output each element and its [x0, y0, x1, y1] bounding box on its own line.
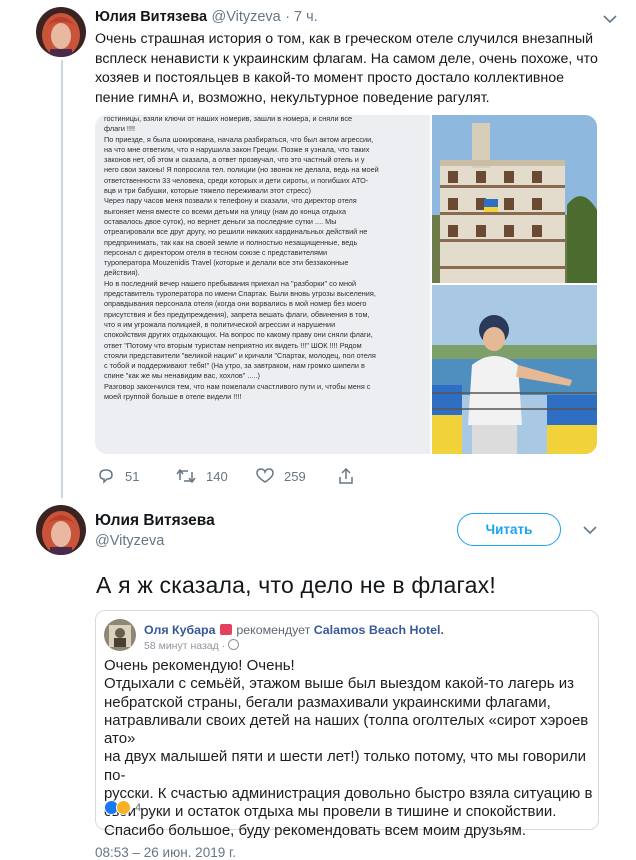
- avatar-image: [36, 505, 86, 555]
- screenshot-line: вцв и три бабушки, которые тяжело пережи…: [104, 186, 311, 196]
- recommend-icon: [219, 624, 232, 635]
- screenshot-line: моей группой больше в отеле видели !!!!: [104, 392, 242, 402]
- screenshot-line: отреагировали все друг другу, но решили …: [104, 227, 368, 237]
- reply-icon: [99, 469, 113, 484]
- follow-button[interactable]: Читать: [457, 513, 561, 546]
- tweet-time[interactable]: · 7 ч.: [285, 9, 318, 25]
- tweet-media[interactable]: гостиницы, взяли ключи от наших номерив,…: [95, 115, 597, 454]
- screenshot-line: ответственности 33 человека, среди котор…: [104, 175, 369, 185]
- fb-recommends-label: рекомендует: [236, 623, 311, 637]
- avatar[interactable]: [36, 7, 86, 57]
- screenshot-line: присутствия и без предупреждения), запре…: [104, 309, 370, 319]
- more-options-icon[interactable]: [582, 523, 598, 535]
- screenshot-line: персонал с директором отеля в тесном сою…: [104, 247, 328, 257]
- screenshot-line: стояли представители "великой нации" и к…: [104, 350, 376, 360]
- author-handle[interactable]: @Vityzeva: [95, 533, 164, 549]
- fb-text-line: русски. К счастью администрация довольно…: [104, 785, 593, 803]
- media-screenshot-text[interactable]: гостиницы, взяли ключи от наших номерив,…: [95, 115, 430, 454]
- thread-connector-line: [61, 60, 63, 498]
- screenshot-line: представитель туроператора по имени Спар…: [104, 289, 376, 299]
- tweet-text: А я ж сказала, что дело не в флагах!: [96, 572, 496, 598]
- tweet-text: Очень страшная история о том, как в греч…: [95, 30, 615, 108]
- fb-text-line: свои руки и остаток отдыха мы провели в …: [104, 803, 557, 821]
- screenshot-line: что я им угрожала полицией, в политическ…: [104, 319, 336, 329]
- screenshot-line: По приезде, я была шокирована, начала ра…: [104, 134, 374, 144]
- avatar[interactable]: [36, 505, 86, 555]
- avatar-image: [36, 7, 86, 57]
- author-handle[interactable]: @Vityzeva: [211, 9, 280, 25]
- tweet-text-line: всплеск ненависти к украинским флагам. Н…: [95, 50, 598, 67]
- screenshot-line: на что мне ответили, что я нарушила зако…: [104, 144, 370, 154]
- reactions-count: 4: [135, 801, 142, 814]
- fb-reactions[interactable]: 4: [104, 800, 141, 815]
- fb-post-meta: 58 минут назад ·: [144, 639, 240, 652]
- screenshot-line: него свои законы! Я попросила тел. полиц…: [104, 165, 379, 175]
- fb-post-text: Очень рекомендую! Очень! Отдыхали с семь…: [104, 657, 596, 840]
- fb-text-line: Очень рекомендую! Очень!: [104, 657, 295, 674]
- screenshot-line: действия).: [104, 268, 140, 278]
- screenshot-line: оправдывания персонала отеля (когда они …: [104, 299, 367, 309]
- author-name[interactable]: Юлия Витязева: [95, 512, 215, 530]
- screenshot-line: Но в последний вечер нашего пребывания п…: [104, 278, 357, 288]
- screenshot-line: с тобой и поддерживают тебя!" (На утро, …: [104, 361, 365, 371]
- fb-post-header: Оля Кубара рекомендует Calamos Beach Hot…: [144, 623, 444, 637]
- more-options-icon[interactable]: [602, 12, 618, 24]
- share-action[interactable]: [338, 468, 364, 484]
- fb-text-line: натравливали своих детей на наших (толпа…: [104, 711, 589, 748]
- reply-count: 51: [125, 468, 140, 484]
- media-photo-boy[interactable]: [432, 285, 597, 454]
- tweet-text-line: Очень страшная история о том, как в греч…: [95, 31, 594, 47]
- fb-text-line: Отдыхали с семьёй, этажом выше был выезд…: [104, 675, 574, 693]
- fb-post-time[interactable]: 58 минут назад: [144, 640, 219, 652]
- fb-post-separator: ·: [221, 640, 226, 652]
- screenshot-line: спокойствия других отдыхающих. На вопрос…: [104, 330, 373, 340]
- tweet-text-line: хозяев и постояльцев в какой-то момент п…: [95, 70, 565, 86]
- fb-text-line: небратской страны, бегали размахивали ук…: [104, 693, 551, 711]
- fb-place-link[interactable]: Calamos Beach Hotel.: [314, 623, 444, 637]
- screenshot-line: оставалось двое суток), но вернет деньги…: [104, 216, 337, 226]
- screenshot-line: предпринимать, так как на своей земле и …: [104, 237, 358, 247]
- screenshot-line: флаги !!!!: [104, 124, 136, 134]
- retweet-icon: [176, 468, 196, 484]
- screenshot-line: гостиницы, взяли ключи от наших номерив,…: [104, 115, 353, 123]
- screenshot-text-block: гостиницы, взяли ключи от наших номерив,…: [104, 115, 426, 402]
- screenshot-line: спине "как же мы ненавидим вас, хохлов" …: [104, 371, 260, 381]
- heart-icon: [256, 468, 274, 483]
- tweet-text-line: пение гимнА и, возможно, некультурное по…: [95, 89, 490, 106]
- screenshot-line: Через пару часов меня позвали к телефону…: [104, 196, 357, 206]
- screenshot-line: выгоняет меня вместе со всеми детьми на …: [104, 206, 347, 216]
- screenshot-line: законов нет, об этом и сказала, а ответ …: [104, 155, 365, 165]
- fb-author-name[interactable]: Оля Кубара: [144, 623, 215, 637]
- fb-avatar[interactable]: [104, 619, 136, 651]
- share-icon: [339, 468, 353, 484]
- embedded-post-card[interactable]: Оля Кубара рекомендует Calamos Beach Hot…: [95, 610, 599, 839]
- like-count: 259: [284, 468, 306, 484]
- fb-text-line: Спасибо большое, буду рекомендовать всем…: [104, 821, 526, 839]
- globe-icon: [228, 639, 240, 650]
- tweet-header: Юлия Витязева @Vityzeva · 7 ч.: [95, 8, 318, 26]
- reply-action[interactable]: 51: [97, 468, 139, 484]
- retweet-action[interactable]: 140: [176, 468, 228, 484]
- screenshot-line: туроператора Mouzenidis Travel (которые …: [104, 258, 349, 268]
- screenshot-line: Разговор закончился тем, что нам пожелал…: [104, 381, 371, 391]
- like-action[interactable]: 259: [256, 468, 306, 484]
- media-photo-hotel[interactable]: [432, 115, 597, 283]
- retweet-count: 140: [206, 468, 228, 484]
- screenshot-line: ответ "Потому что вторым туристам неприя…: [104, 340, 362, 350]
- wow-reaction-icon: [116, 800, 131, 815]
- author-name[interactable]: Юлия Витязева: [95, 9, 207, 25]
- fb-text-line: на двух малышей пяти и шести лет!) тольк…: [104, 748, 587, 784]
